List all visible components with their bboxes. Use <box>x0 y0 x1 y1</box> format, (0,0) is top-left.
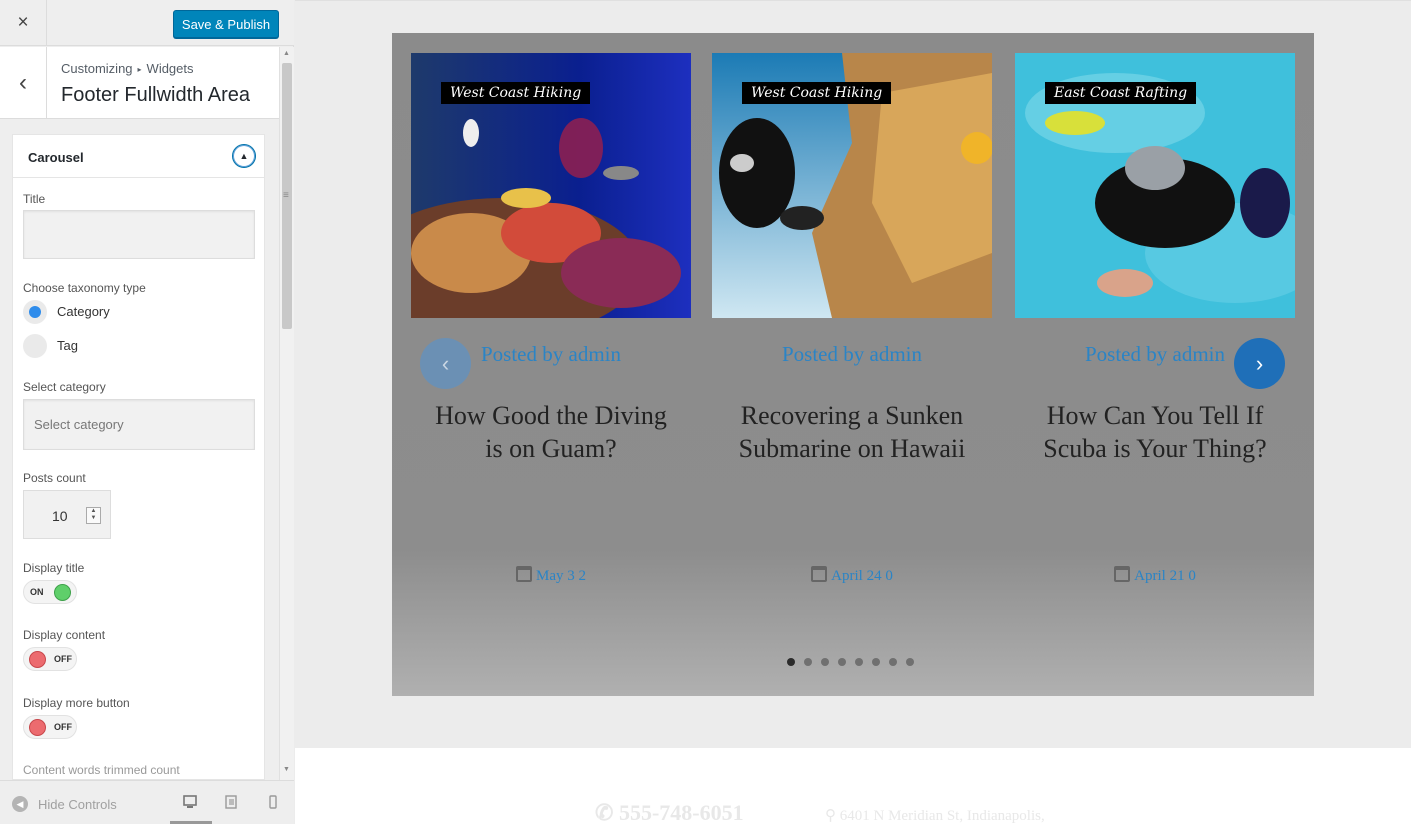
post-image-reef[interactable]: West Coast Hiking <box>411 53 691 318</box>
close-button[interactable]: × <box>0 0 47 46</box>
breadcrumb-root: Customizing <box>61 61 133 76</box>
hide-controls-icon: ◀ <box>12 796 28 812</box>
resize-grip-icon[interactable]: ≡ <box>283 190 289 201</box>
display-more-toggle[interactable]: OFF <box>23 715 77 739</box>
breadcrumb: Customizing ▸ Widgets <box>61 61 194 76</box>
display-content-label: Display content <box>23 628 106 642</box>
hide-controls-label: Hide Controls <box>38 796 117 812</box>
desktop-icon[interactable] <box>183 795 197 809</box>
post-date[interactable]: April 24 0 <box>712 566 992 585</box>
taxonomy-label: Choose taxonomy type <box>23 281 146 295</box>
toggle-state: ON <box>30 587 44 597</box>
post-date[interactable]: April 21 0 <box>1015 566 1295 585</box>
tablet-icon[interactable] <box>224 795 238 809</box>
chevron-right-icon: › <box>1255 350 1264 376</box>
widget-title: Carousel <box>28 150 84 165</box>
radio-tag[interactable] <box>23 334 47 358</box>
customizer-header: × Save & Publish <box>0 0 294 46</box>
display-more-label: Display more button <box>23 696 130 710</box>
carousel-dot[interactable] <box>821 658 829 666</box>
calendar-icon <box>516 566 532 582</box>
sidebar-scrollbar[interactable]: ▲ ▼ <box>279 47 294 780</box>
save-publish-button[interactable]: Save & Publish <box>173 10 279 38</box>
section-title: Footer Fullwidth Area <box>61 84 250 106</box>
collapse-toggle[interactable]: ▲ <box>232 144 256 168</box>
carousel-dot[interactable] <box>872 658 880 666</box>
collapse-arrow-icon: ▲ <box>239 151 249 161</box>
post-title[interactable]: Recovering a Sunken Submarine on Hawaii <box>732 399 972 465</box>
carousel-dot[interactable] <box>889 658 897 666</box>
back-button[interactable]: ‹ <box>0 47 47 119</box>
toggle-knob <box>29 719 46 736</box>
breadcrumb-leaf: Widgets <box>146 61 194 76</box>
site-preview: West Coast Hiking Posted by admin How Go… <box>295 0 1411 824</box>
chevron-left-icon: ‹ <box>19 69 27 96</box>
address-text: 6401 N Meridian St, Indianapolis, <box>839 808 1045 824</box>
post-date-text: April 21 0 <box>1134 568 1196 584</box>
toggle-knob <box>54 584 71 601</box>
category-tag[interactable]: West Coast Hiking <box>742 82 892 104</box>
location-icon: ⚲ <box>825 808 840 824</box>
posts-count-value: 10 <box>52 508 68 524</box>
site-footer: ✆ 555-748-6051 ⚲ 6401 N Meridian St, Ind… <box>295 748 1411 824</box>
calendar-icon <box>811 566 828 582</box>
post-image-diver[interactable]: West Coast Hiking <box>712 53 992 318</box>
posts-count-input[interactable]: 10 ▲ ▼ <box>23 490 111 539</box>
post-date[interactable]: May 3 2 <box>411 566 691 585</box>
title-input[interactable] <box>23 210 255 259</box>
radio-category[interactable] <box>23 300 47 324</box>
category-select[interactable]: Select category <box>23 399 255 450</box>
trim-count-label: Content words trimmed count <box>23 763 180 777</box>
carousel-prev-button[interactable]: ‹ <box>420 338 471 389</box>
breadcrumb-separator-icon: ▸ <box>137 65 142 74</box>
display-title-label: Display title <box>23 561 85 575</box>
toggle-state: OFF <box>54 654 72 664</box>
radio-tag-label: Tag <box>57 338 78 353</box>
category-label: Select category <box>23 380 106 394</box>
scroll-down-icon[interactable]: ▼ <box>283 766 290 773</box>
phone-number: 555-748-6051 <box>618 800 744 824</box>
divider <box>295 0 1411 1</box>
footer-phone[interactable]: ✆ 555-748-6051 <box>595 800 744 824</box>
carousel-pagination <box>787 658 914 666</box>
post-date-text: April 24 0 <box>831 568 893 584</box>
widget-panel: Carousel ▲ Title Choose taxonomy type Ca… <box>12 134 265 780</box>
chevron-left-icon: ‹ <box>441 350 450 376</box>
toggle-state: OFF <box>54 722 72 732</box>
carousel-dot[interactable] <box>855 658 863 666</box>
carousel-next-button[interactable]: › <box>1234 338 1285 389</box>
category-tag[interactable]: West Coast Hiking <box>441 82 591 104</box>
post-title[interactable]: How Can You Tell If Scuba is Your Thing? <box>1035 399 1275 465</box>
mobile-icon[interactable] <box>266 795 280 809</box>
carousel-dot[interactable] <box>804 658 812 666</box>
close-icon: × <box>17 12 29 33</box>
category-tag[interactable]: East Coast Rafting <box>1045 82 1197 104</box>
widget-header[interactable]: Carousel ▲ <box>13 135 264 178</box>
post-date-text: May 3 2 <box>536 568 586 584</box>
phone-icon: ✆ <box>595 800 619 824</box>
scroll-up-icon[interactable]: ▲ <box>283 50 290 57</box>
posts-carousel: West Coast Hiking Posted by admin How Go… <box>392 33 1314 696</box>
display-title-toggle[interactable]: ON <box>23 580 77 604</box>
toggle-knob <box>29 651 46 668</box>
section-header: ‹ Customizing ▸ Widgets Footer Fullwidth A… <box>0 47 279 119</box>
customizer-sidebar: × Save & Publish ‹ Customizing ▸ Widgets F… <box>0 0 294 824</box>
posts-count-label: Posts count <box>23 471 86 485</box>
post-title[interactable]: How Good the Diving is on Guam? <box>431 399 671 465</box>
hide-controls-button[interactable]: ◀ Hide Controls <box>12 796 117 812</box>
display-content-toggle[interactable]: OFF <box>23 647 77 671</box>
post-author[interactable]: Posted by admin <box>712 342 992 367</box>
radio-category-label: Category <box>57 304 110 319</box>
carousel-dot[interactable] <box>787 658 795 666</box>
customizer-footer: ◀ Hide Controls <box>0 780 294 824</box>
carousel-dot[interactable] <box>906 658 914 666</box>
stepper-icon[interactable]: ▲ ▼ <box>86 507 101 524</box>
footer-address[interactable]: ⚲ 6401 N Meridian St, Indianapolis, <box>825 806 1045 824</box>
title-label: Title <box>23 192 46 206</box>
carousel-dot[interactable] <box>838 658 846 666</box>
post-image-pool-diver[interactable]: East Coast Rafting <box>1015 53 1295 318</box>
calendar-icon <box>1114 566 1131 582</box>
